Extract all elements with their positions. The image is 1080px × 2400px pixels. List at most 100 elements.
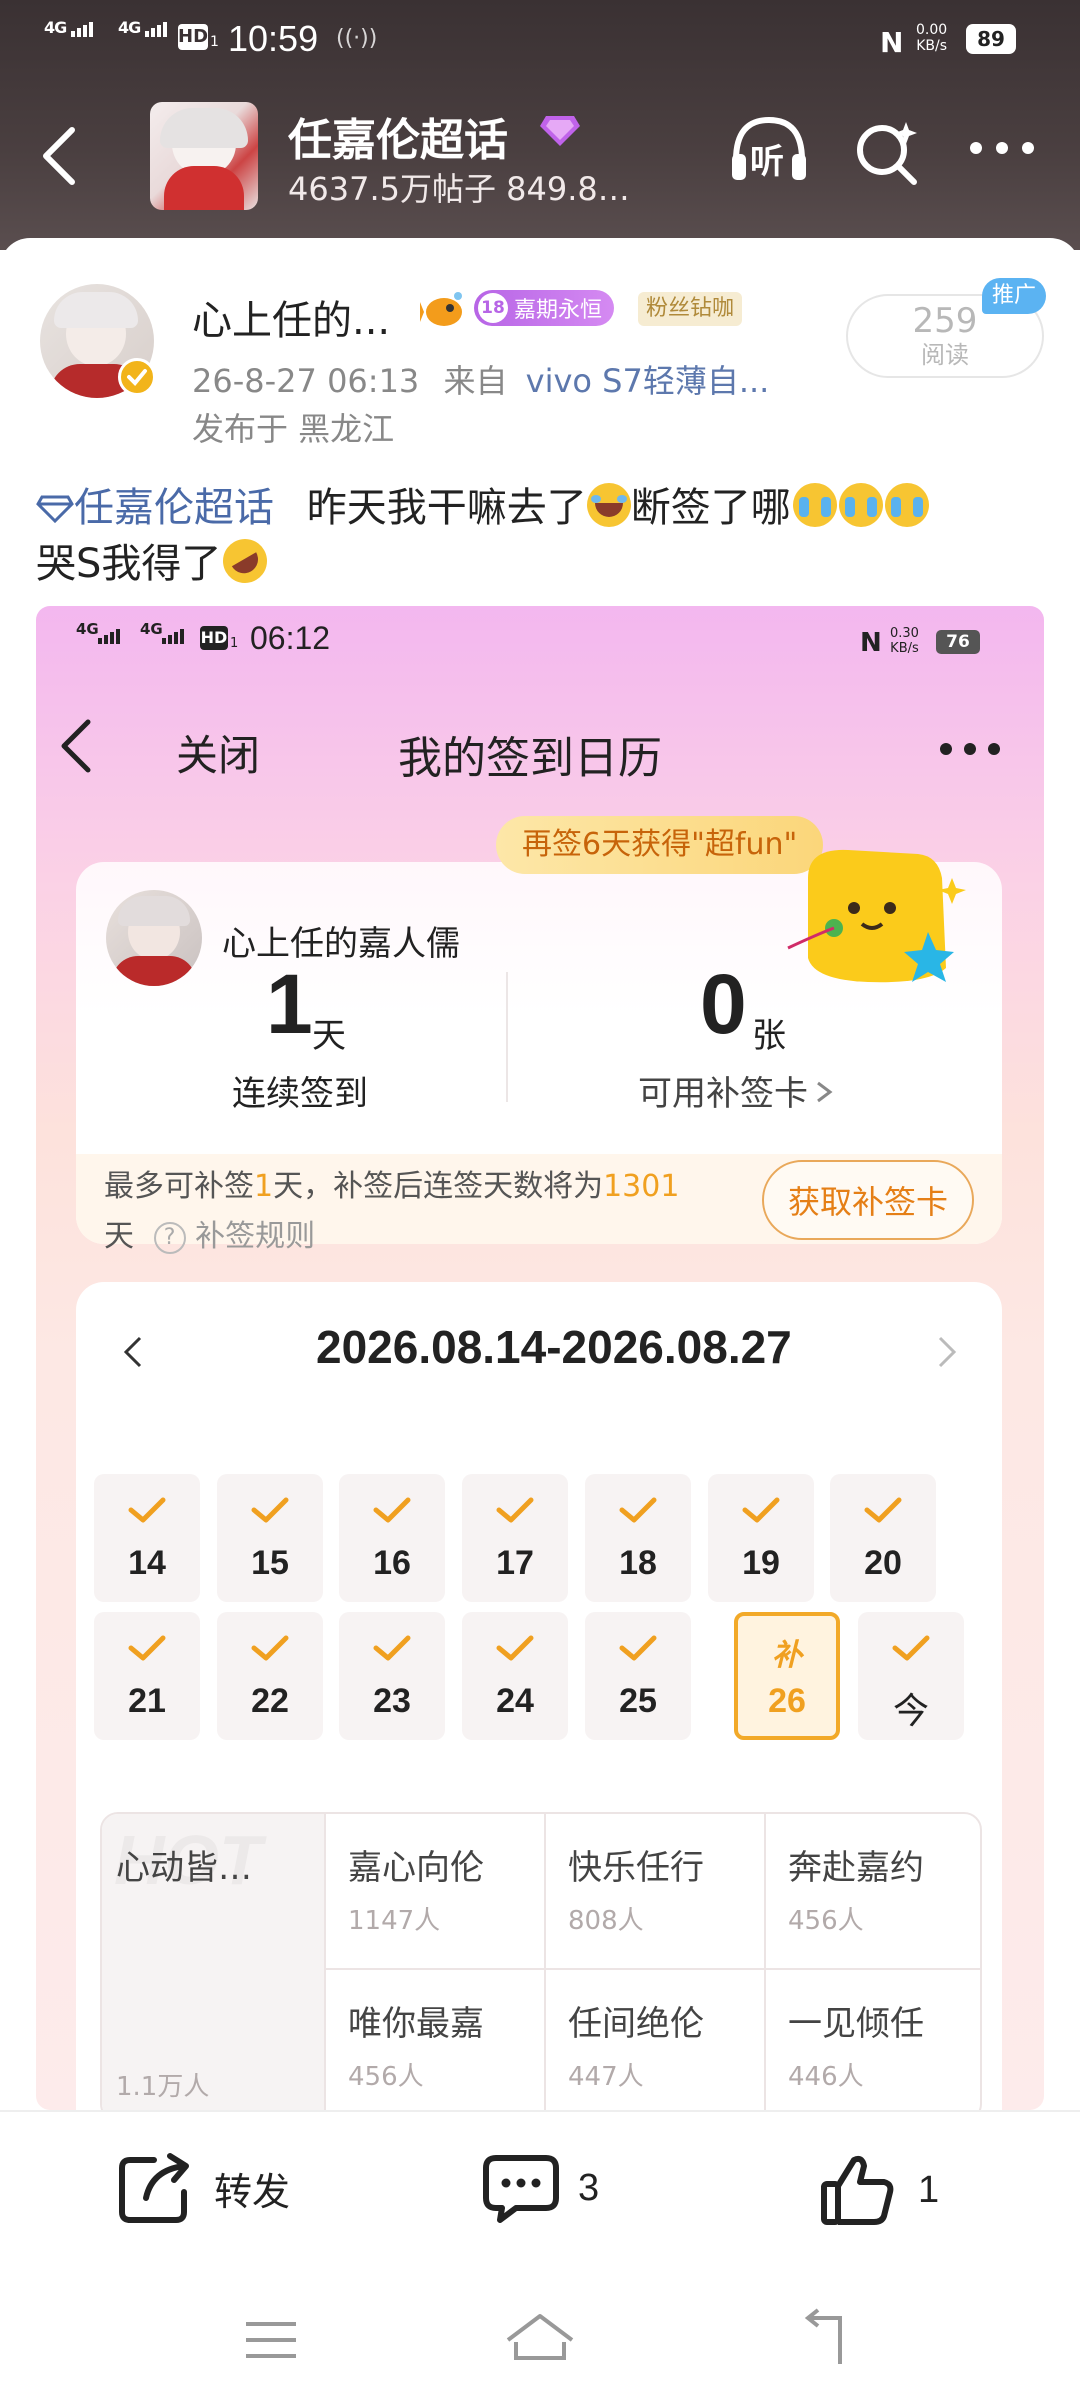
- calendar-day[interactable]: 14: [94, 1474, 200, 1602]
- home-nav-button[interactable]: [504, 2312, 576, 2366]
- group-name: 唯你最嘉: [348, 2004, 484, 2044]
- calendar-day[interactable]: 23: [339, 1612, 445, 1740]
- groups-grid: HOT 心动皆… 1.1万人 嘉心向伦 1147人 快乐任行 808人 奔赴嘉约 456人 唯你…: [100, 1812, 982, 2110]
- share-button[interactable]: 转发: [118, 2152, 290, 2224]
- group-item[interactable]: 快乐任行 808人: [546, 1814, 766, 1968]
- date-range: 2026.08.14-2026.08.27: [316, 1321, 792, 1373]
- makeup-day-26[interactable]: 补 26: [734, 1612, 840, 1740]
- share-label: 转发: [214, 2169, 291, 2214]
- emb-close-button[interactable]: 关闭: [176, 722, 260, 783]
- share-icon: [119, 2153, 189, 2223]
- listen-label: 听: [750, 142, 784, 182]
- back-nav-button[interactable]: [794, 2308, 850, 2368]
- hd-icon: HD: [178, 24, 208, 50]
- fan-level-badge: 18 嘉期永恒: [474, 290, 615, 326]
- author-name[interactable]: 心上任的...: [192, 288, 390, 346]
- reward-banner: 再签6天获得"超fun": [496, 816, 824, 874]
- calendar-day[interactable]: 20: [830, 1474, 936, 1602]
- prev-week-button[interactable]: [118, 1332, 148, 1372]
- action-divider: [0, 2110, 1080, 2112]
- group-name: 心动皆…: [116, 1848, 252, 1888]
- more-dots-icon: [940, 743, 1000, 755]
- makeup-mark: 补: [772, 1638, 802, 1673]
- emb-battery-icon: 76: [936, 630, 980, 654]
- group-item[interactable]: 一见倾任 446人: [766, 1970, 980, 2110]
- help-icon: ?: [153, 1222, 186, 1254]
- listen-button[interactable]: 听: [728, 114, 810, 188]
- group-name: 任间绝伦: [568, 2004, 704, 2044]
- crying-emoji-icon: [792, 483, 837, 527]
- calendar-day[interactable]: 21: [94, 1612, 200, 1740]
- group-count: 1147人: [348, 1906, 441, 1936]
- calendar-day[interactable]: 19: [708, 1474, 814, 1602]
- comment-button[interactable]: 3: [482, 2152, 599, 2224]
- cards-link[interactable]: 可用补签卡: [638, 1066, 836, 1115]
- group-featured[interactable]: 心动皆… 1.1万人: [102, 1814, 322, 2110]
- badge-text: 嘉期永恒: [514, 298, 603, 323]
- check-icon: [864, 1497, 902, 1523]
- streak-unit: 天: [312, 1016, 346, 1056]
- chevron-right-icon: [817, 1081, 833, 1103]
- group-item[interactable]: 嘉心向伦 1147人: [326, 1814, 546, 1968]
- check-icon: [251, 1497, 289, 1523]
- menu-nav-button[interactable]: [244, 2318, 298, 2362]
- emb-signal-1: 4G: [76, 620, 99, 638]
- group-item[interactable]: 唯你最嘉 456人: [326, 1970, 546, 2110]
- topic-avatar[interactable]: [150, 102, 258, 210]
- get-card-button[interactable]: 获取补签卡: [762, 1160, 974, 1240]
- post-meta: 26-8-27 06:13 来自 vivo S7轻薄自...: [192, 356, 769, 402]
- check-icon: [619, 1635, 657, 1661]
- calendar-day[interactable]: 15: [217, 1474, 323, 1602]
- post-location: 发布于 黑龙江: [192, 410, 395, 448]
- fish-emoji-icon: [420, 288, 466, 332]
- day-number: 15: [251, 1544, 289, 1582]
- day-number: 20: [864, 1544, 902, 1582]
- comment-icon: [483, 2155, 559, 2223]
- group-item[interactable]: 任间绝伦 447人: [546, 1970, 766, 2110]
- emb-page-title: 我的签到日历: [398, 733, 662, 784]
- more-button[interactable]: [964, 128, 1044, 168]
- like-button[interactable]: 1: [820, 2152, 939, 2228]
- emb-user-avatar[interactable]: [106, 890, 202, 986]
- day-number: 21: [128, 1682, 166, 1720]
- calendar-day[interactable]: 22: [217, 1612, 323, 1740]
- day-number: 25: [619, 1682, 657, 1720]
- emb-clock: 06:12: [250, 620, 331, 656]
- emb-hd-icon: HD: [200, 626, 228, 650]
- group-item[interactable]: 奔赴嘉约 456人: [766, 1814, 980, 1968]
- group-count: 447人: [568, 2062, 644, 2092]
- menu-icon: [246, 2322, 296, 2358]
- post-text: 任嘉伦超话 昨天我干嘛去了 断签了哪 哭S我得了: [36, 480, 1046, 592]
- verified-icon: [118, 358, 156, 396]
- emb-back-button[interactable]: [56, 716, 96, 776]
- emb-more-button[interactable]: [936, 734, 1006, 764]
- group-count: 456人: [788, 1906, 864, 1936]
- check-icon: [251, 1635, 289, 1661]
- makeup-day: 26: [768, 1682, 806, 1720]
- post-source[interactable]: vivo S7轻薄自...: [526, 362, 770, 400]
- calendar-day[interactable]: 16: [339, 1474, 445, 1602]
- text-part2: 断签了哪: [630, 485, 791, 531]
- more-dots-icon: [970, 142, 1034, 154]
- search-button[interactable]: [854, 116, 920, 186]
- day-number: 16: [373, 1544, 411, 1582]
- makeup-notice: 最多可补签1天，补签后连签天数将为1301 天 ? 补签规则: [104, 1169, 680, 1254]
- crying-emoji-icon: [838, 483, 883, 527]
- next-week-button[interactable]: [932, 1332, 962, 1372]
- calendar-day[interactable]: 18: [585, 1474, 691, 1602]
- back-button[interactable]: [30, 118, 90, 188]
- diamond-badge-icon: [538, 110, 582, 150]
- mascot-icon: [778, 838, 968, 988]
- embedded-screenshot[interactable]: 4G 4G HD 1 06:12 N 0.30 KB/s 76 关闭 我的签到日历…: [36, 606, 1044, 2110]
- calendar-day[interactable]: 25: [585, 1612, 691, 1740]
- group-count: 1.1万人: [116, 2072, 210, 2102]
- topic-link[interactable]: 任嘉伦超话: [36, 485, 274, 531]
- rules-link[interactable]: ? 补签规则: [153, 1219, 315, 1254]
- calendar-day[interactable]: 17: [462, 1474, 568, 1602]
- day-number: 23: [373, 1682, 411, 1720]
- nfc-icon: N: [880, 26, 904, 59]
- chevron-left-icon: [123, 1336, 142, 1368]
- calendar-day[interactable]: 24: [462, 1612, 568, 1740]
- topic-header: 4G 4G HD 1 10:59 ((·)) N 0.00 KB/s 89 任嘉伦…: [0, 0, 1080, 250]
- day-today[interactable]: 今: [858, 1612, 964, 1740]
